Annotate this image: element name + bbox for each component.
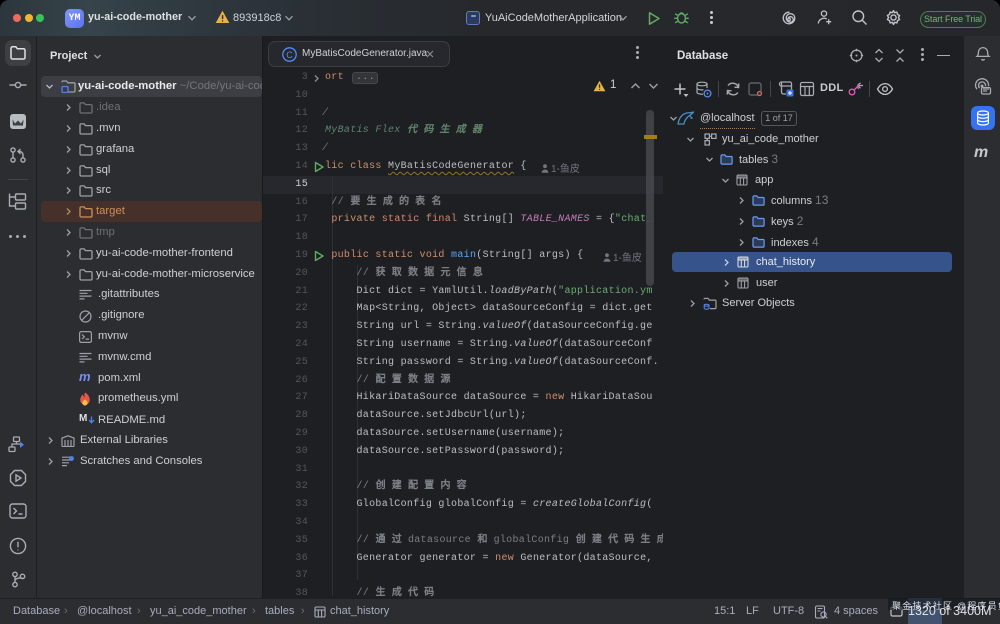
svg-text:C: C [286,50,293,60]
